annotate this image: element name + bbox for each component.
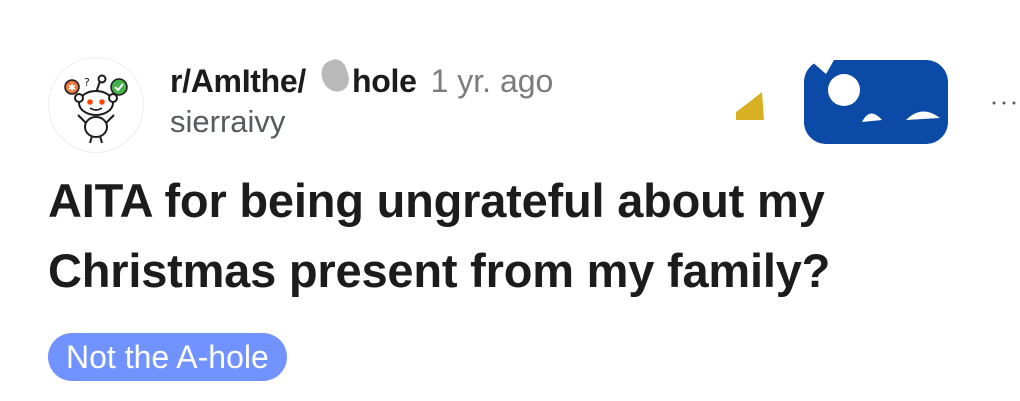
blue-award-icon[interactable] xyxy=(804,60,948,144)
subreddit-link[interactable]: r/AmIthe/ xyxy=(170,63,306,100)
post-header-card: ✱ ? r/AmIthe/ hole 1 yr. ago sierraivy A… xyxy=(0,0,1020,401)
author-username[interactable]: sierraivy xyxy=(170,104,710,140)
svg-text:?: ? xyxy=(84,76,90,89)
snoo-avatar-icon: ✱ ? xyxy=(64,74,128,144)
post-flair[interactable]: Not the A-hole xyxy=(48,333,287,381)
svg-text:✱: ✱ xyxy=(68,83,76,94)
avatar[interactable]: ✱ ? xyxy=(48,57,144,153)
post-title[interactable]: AITA for being ungrateful about my Chris… xyxy=(48,166,978,306)
gold-award-icon[interactable] xyxy=(732,82,768,124)
post-meta: r/AmIthe/ hole 1 yr. ago sierraivy xyxy=(170,56,710,140)
redaction-smudge xyxy=(308,56,353,96)
post-timestamp: 1 yr. ago xyxy=(430,63,554,99)
subreddit-link-tail[interactable]: hole xyxy=(352,63,417,100)
more-options-icon[interactable] xyxy=(990,96,1020,110)
meta-top-line: r/AmIthe/ hole 1 yr. ago xyxy=(170,56,710,102)
